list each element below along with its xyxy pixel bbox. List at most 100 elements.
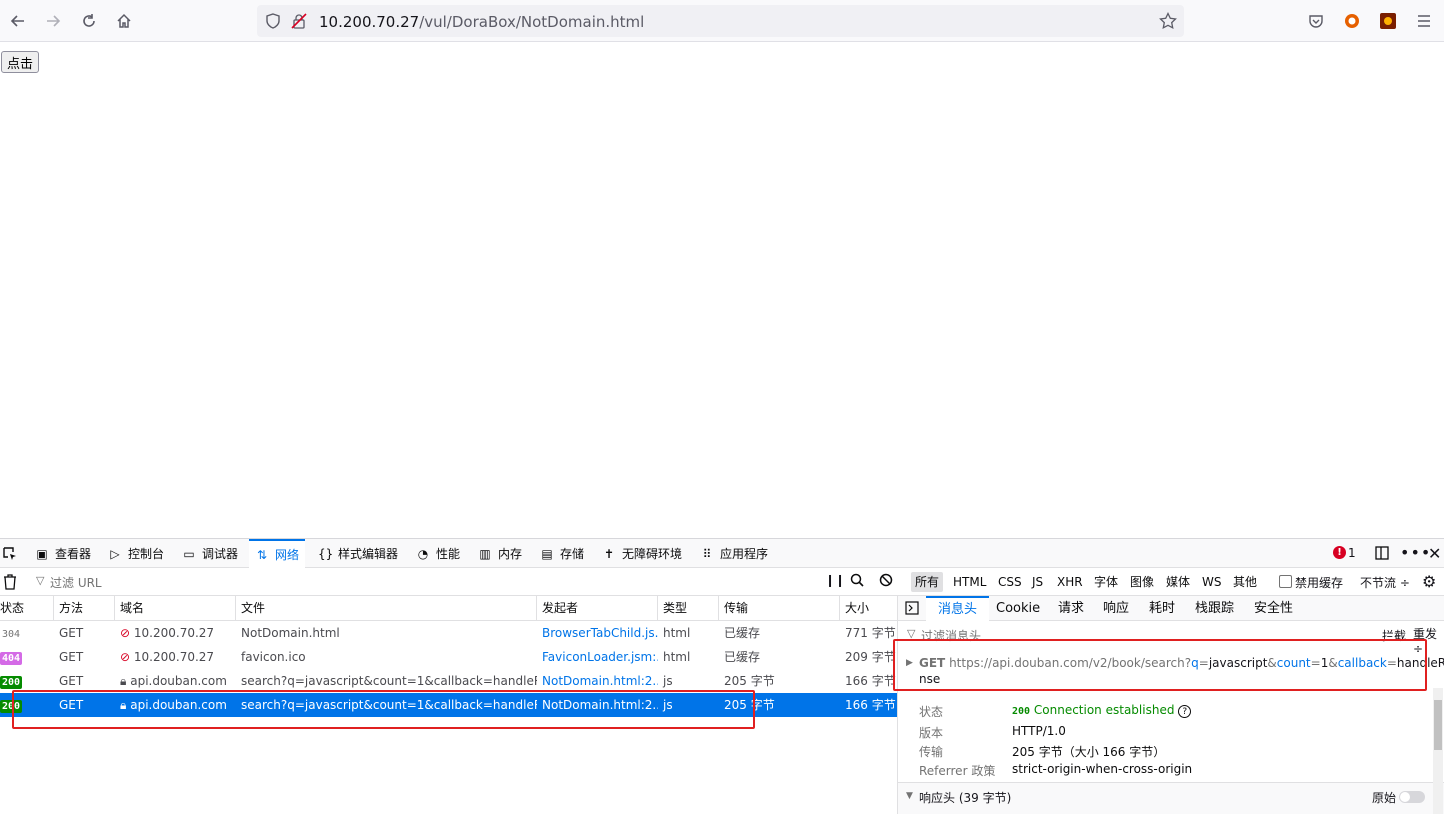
status-code: 200 bbox=[0, 676, 23, 689]
dock-icon[interactable] bbox=[1374, 545, 1390, 564]
tab-console[interactable]: ▷ 控制台 bbox=[108, 539, 164, 568]
type-filter-other[interactable]: 其他 bbox=[1229, 572, 1261, 592]
tab-cookie[interactable]: Cookie bbox=[996, 596, 1040, 621]
toggle-sidebar-icon[interactable] bbox=[905, 601, 919, 618]
tab-label: 存储 bbox=[560, 547, 585, 561]
throttle-select[interactable]: 不节流 ÷ bbox=[1360, 574, 1410, 591]
chip-icon: ▥ bbox=[479, 546, 491, 561]
summary-key: 状态 bbox=[919, 705, 944, 719]
request-domain: 10.200.70.27 bbox=[133, 626, 215, 640]
tab-stack-trace[interactable]: 栈跟踪 bbox=[1195, 596, 1234, 621]
scrollbar-thumb[interactable] bbox=[1434, 700, 1442, 750]
request-transfer: 已缓存 bbox=[724, 626, 761, 640]
url-path: /vul/DoraBox/NotDomain.html bbox=[419, 13, 645, 31]
more-options-icon[interactable]: ••• bbox=[1400, 543, 1431, 562]
tab-label: 调试器 bbox=[202, 547, 239, 561]
tab-style-editor[interactable]: {} 样式编辑器 bbox=[318, 539, 398, 568]
collapse-triangle-icon[interactable]: ▼ bbox=[906, 791, 913, 801]
column-transfer[interactable]: 传输 bbox=[719, 596, 840, 621]
details-tabbar: 消息头 Cookie 请求 响应 耗时 栈跟踪 安全性 bbox=[898, 596, 1444, 621]
accessibility-icon: ✝ bbox=[603, 546, 615, 561]
type-filter-ws[interactable]: WS bbox=[1198, 572, 1225, 592]
response-headers-section[interactable]: ▼ 响应头 (39 字节) 原始 bbox=[898, 782, 1444, 814]
type-filter-media[interactable]: 媒体 bbox=[1162, 572, 1194, 592]
status-code: 200 bbox=[1012, 706, 1031, 717]
column-file[interactable]: 文件 bbox=[236, 596, 537, 621]
gear-icon[interactable]: ⚙ bbox=[1422, 572, 1436, 591]
tab-performance[interactable]: ◔ 性能 bbox=[416, 539, 460, 568]
extension-icon[interactable] bbox=[1337, 6, 1367, 36]
debugger-icon: ▭ bbox=[183, 546, 195, 561]
table-row[interactable]: 304 GET ⊘ 10.200.70.27 NotDomain.html Br… bbox=[0, 621, 897, 645]
click-button[interactable]: 点击 bbox=[1, 51, 40, 73]
table-header: 状态 方法 域名 文件 发起者 类型 传输 大小 bbox=[0, 596, 897, 621]
column-method[interactable]: 方法 bbox=[54, 596, 115, 621]
raw-toggle[interactable] bbox=[1399, 791, 1425, 803]
grid-icon: ⠿ bbox=[702, 546, 712, 561]
url-bar[interactable]: 10.200.70.27/vul/DoraBox/NotDomain.html bbox=[257, 5, 1184, 37]
forward-arrow-icon[interactable] bbox=[38, 6, 68, 36]
menu-icon[interactable] bbox=[1409, 6, 1439, 36]
filter-url-input[interactable]: 过滤 URL bbox=[50, 574, 102, 591]
request-domain-cell: ⊘ 10.200.70.27 bbox=[115, 645, 236, 669]
type-filter-xhr[interactable]: XHR bbox=[1053, 572, 1087, 592]
element-picker-icon[interactable] bbox=[2, 546, 18, 565]
home-icon[interactable] bbox=[109, 6, 139, 36]
type-filter-all[interactable]: 所有 bbox=[911, 572, 944, 592]
request-initiator[interactable]: BrowserTabChild.js... bbox=[537, 621, 658, 645]
extension-icon[interactable] bbox=[1373, 6, 1403, 36]
type-filter-font[interactable]: 字体 bbox=[1090, 572, 1122, 592]
tab-inspector[interactable]: ▣ 查看器 bbox=[35, 539, 91, 568]
tab-response[interactable]: 响应 bbox=[1103, 596, 1129, 621]
back-arrow-icon[interactable] bbox=[3, 6, 33, 36]
tab-debugger[interactable]: ▭ 调试器 bbox=[182, 539, 238, 568]
tab-network[interactable]: ⇅ 网络 bbox=[249, 539, 306, 568]
close-icon[interactable]: ✕ bbox=[1428, 544, 1441, 563]
tab-label: 应用程序 bbox=[720, 547, 769, 561]
reload-icon[interactable] bbox=[74, 6, 104, 36]
summary-key: 版本 bbox=[919, 726, 944, 740]
column-domain[interactable]: 域名 bbox=[115, 596, 236, 621]
search-icon[interactable] bbox=[850, 573, 864, 590]
column-size[interactable]: 大小 bbox=[840, 596, 897, 621]
summary-key: 传输 bbox=[919, 745, 944, 759]
help-icon[interactable]: ? bbox=[1178, 705, 1192, 718]
tab-headers[interactable]: 消息头 bbox=[926, 596, 990, 621]
tab-timings[interactable]: 耗时 bbox=[1149, 596, 1175, 621]
request-initiator[interactable]: FaviconLoader.jsm:... bbox=[537, 645, 658, 669]
error-count[interactable]: 1 bbox=[1348, 546, 1356, 560]
block-icon[interactable] bbox=[879, 573, 893, 590]
request-size: 166 字节 bbox=[845, 674, 896, 688]
column-initiator[interactable]: 发起者 bbox=[537, 596, 658, 621]
scrollbar[interactable] bbox=[1433, 688, 1443, 814]
summary-value: 200 Connection established ? bbox=[1012, 703, 1192, 718]
tab-memory[interactable]: ▥ 内存 bbox=[478, 539, 522, 568]
shield-icon[interactable] bbox=[265, 13, 281, 33]
request-details-panel: 消息头 Cookie 请求 响应 耗时 栈跟踪 安全性 ▽ 过滤消息头 拦截 重… bbox=[893, 596, 1444, 814]
tab-security[interactable]: 安全性 bbox=[1254, 596, 1293, 621]
tab-application[interactable]: ⠿ 应用程序 bbox=[700, 539, 768, 568]
tab-accessibility[interactable]: ✝ 无障碍环境 bbox=[602, 539, 682, 568]
column-type[interactable]: 类型 bbox=[658, 596, 719, 621]
pause-icon[interactable]: ❙❙ bbox=[825, 573, 845, 587]
type-filter-html[interactable]: HTML bbox=[949, 572, 990, 592]
type-filter-image[interactable]: 图像 bbox=[1126, 572, 1158, 592]
tab-storage[interactable]: ▤ 存储 bbox=[540, 539, 584, 568]
disable-cache-checkbox[interactable] bbox=[1279, 575, 1292, 588]
tab-request[interactable]: 请求 bbox=[1058, 596, 1084, 621]
network-icon: ⇅ bbox=[256, 547, 268, 562]
type-filter-js[interactable]: JS bbox=[1028, 572, 1047, 592]
disable-cache-label: 禁用缓存 bbox=[1295, 576, 1344, 590]
column-status[interactable]: 状态 bbox=[0, 596, 54, 621]
type-filter-css[interactable]: CSS bbox=[994, 572, 1026, 592]
pocket-icon[interactable] bbox=[1301, 6, 1331, 36]
table-row[interactable]: 404 GET ⊘ 10.200.70.27 favicon.ico Favic… bbox=[0, 645, 897, 669]
insecure-lock-icon[interactable] bbox=[291, 13, 307, 33]
trash-icon[interactable] bbox=[3, 574, 17, 593]
tab-label: 样式编辑器 bbox=[338, 547, 399, 561]
error-icon[interactable]: ! bbox=[1333, 546, 1346, 559]
response-headers-label: 响应头 (39 字节) bbox=[919, 791, 1012, 805]
lock-icon: 🔒︎ bbox=[120, 674, 127, 688]
star-icon[interactable] bbox=[1159, 11, 1177, 34]
tab-label: 网络 bbox=[275, 548, 300, 562]
